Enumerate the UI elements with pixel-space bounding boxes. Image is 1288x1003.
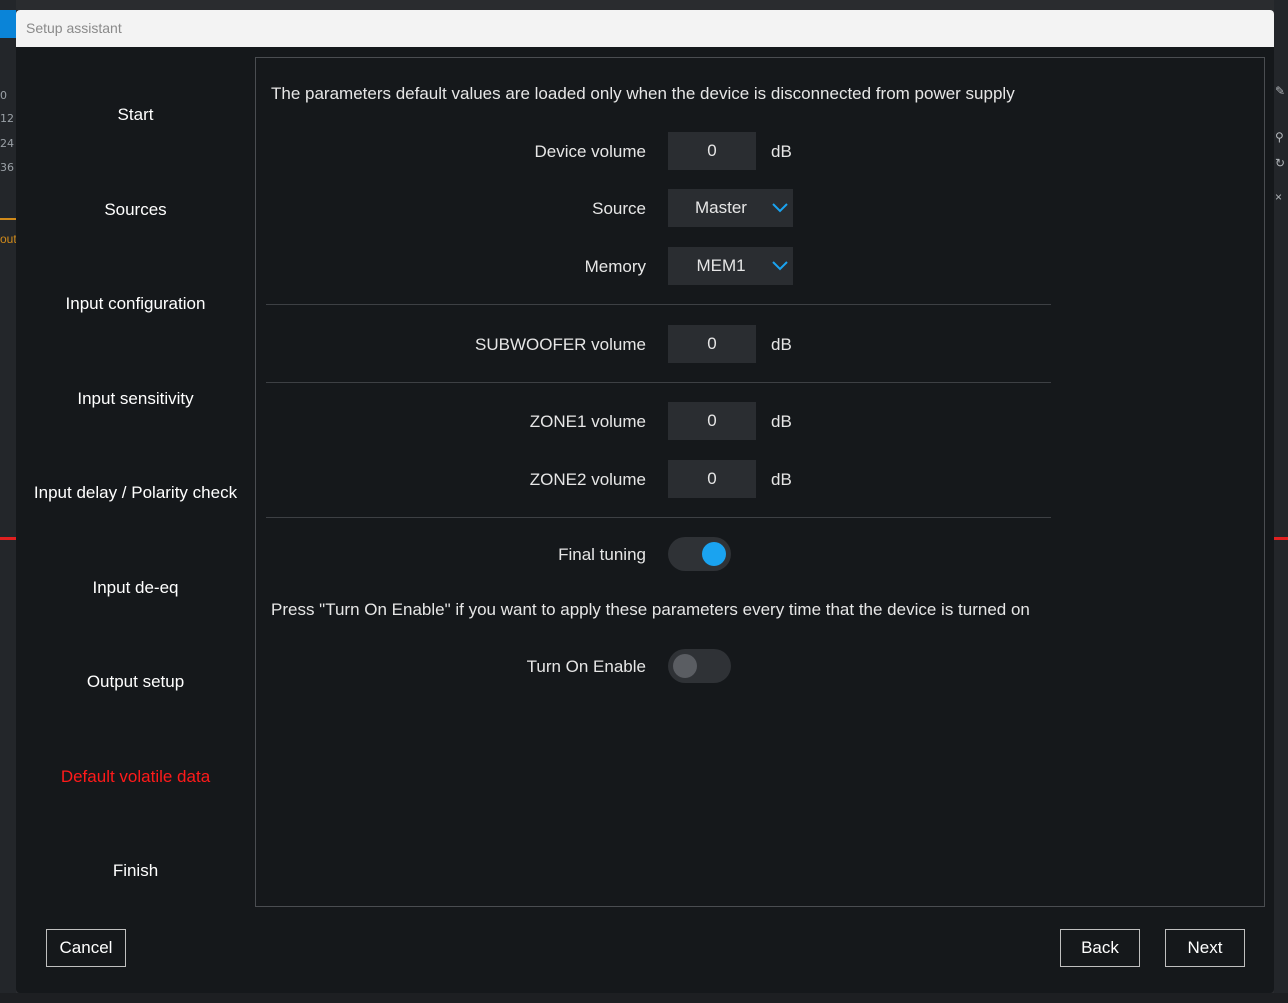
step-start[interactable]: Start [16, 105, 255, 125]
step-sources[interactable]: Sources [16, 200, 255, 220]
memory-select[interactable]: MEM1 [668, 247, 793, 285]
refresh-icon: ↻ [1275, 156, 1286, 170]
zone2-volume-input[interactable]: 0 [668, 460, 756, 498]
final-tuning-label: Final tuning [558, 545, 646, 564]
content-panel: The parameters default values are loaded… [255, 57, 1265, 907]
step-default-volatile-data[interactable]: Default volatile data [16, 767, 255, 787]
chevron-down-icon [772, 203, 788, 213]
step-input-de-eq[interactable]: Input de-eq [16, 578, 255, 598]
background-out-label: out [0, 232, 17, 246]
zone2-volume-unit: dB [771, 470, 792, 489]
source-label: Source [592, 199, 646, 218]
step-input-configuration[interactable]: Input configuration [16, 294, 255, 314]
device-volume-unit: dB [771, 142, 792, 161]
toggle-knob [673, 654, 697, 678]
dialog-title: Setup assistant [16, 10, 1274, 47]
zone1-volume-unit: dB [771, 412, 792, 431]
memory-label: Memory [584, 257, 646, 276]
subwoofer-volume-input[interactable]: 0 [668, 325, 756, 363]
background-tick: 24 [0, 137, 14, 150]
toggle-knob [702, 542, 726, 566]
background-app-right: ✎ ⚲ ↻ × [1274, 0, 1288, 1003]
memory-value: MEM1 [696, 256, 746, 275]
step-list: Start Sources Input configuration Input … [16, 57, 255, 907]
zone2-volume-label: ZONE2 volume [529, 470, 646, 489]
background-tick: 0 [0, 89, 7, 102]
step-output-setup[interactable]: Output setup [16, 672, 255, 692]
source-select[interactable]: Master [668, 189, 793, 227]
background-red-line [0, 537, 16, 540]
step-input-delay-polarity[interactable]: Input delay / Polarity check [16, 483, 255, 503]
background-red-line [1274, 537, 1288, 540]
zone1-volume-input[interactable]: 0 [668, 402, 756, 440]
zone1-volume-label: ZONE1 volume [529, 412, 646, 431]
section-divider [266, 382, 1051, 383]
turn-on-enable-label: Turn On Enable [526, 657, 646, 676]
section-divider [266, 304, 1051, 305]
step-input-sensitivity[interactable]: Input sensitivity [16, 389, 255, 409]
notice-text: The parameters default values are loaded… [271, 84, 1015, 103]
turn-on-enable-toggle[interactable] [668, 649, 731, 683]
background-divider [0, 218, 16, 220]
edit-icon: ✎ [1275, 84, 1286, 98]
step-finish[interactable]: Finish [16, 861, 255, 881]
section-divider [266, 517, 1051, 518]
background-tick: 12 [0, 112, 14, 125]
final-tuning-toggle[interactable] [668, 537, 731, 571]
device-volume-label: Device volume [534, 142, 647, 161]
background-app-left: 0 12 24 36 out [0, 0, 17, 1003]
background-tick: 36 [0, 161, 14, 174]
turn-on-hint-text: Press "Turn On Enable" if you want to ap… [271, 600, 1030, 619]
chevron-down-icon [772, 261, 788, 271]
setup-assistant-dialog: Setup assistant Start Sources Input conf… [16, 10, 1274, 993]
source-value: Master [695, 198, 747, 217]
search-icon: ⚲ [1275, 130, 1284, 144]
next-button[interactable]: Next [1165, 929, 1245, 967]
device-volume-input[interactable]: 0 [668, 132, 756, 170]
back-button[interactable]: Back [1060, 929, 1140, 967]
subwoofer-volume-label: SUBWOOFER volume [475, 335, 646, 354]
subwoofer-volume-unit: dB [771, 335, 792, 354]
close-icon: × [1275, 190, 1283, 204]
background-app-bottom [0, 993, 1288, 1003]
background-tab [0, 10, 16, 38]
cancel-button[interactable]: Cancel [46, 929, 126, 967]
